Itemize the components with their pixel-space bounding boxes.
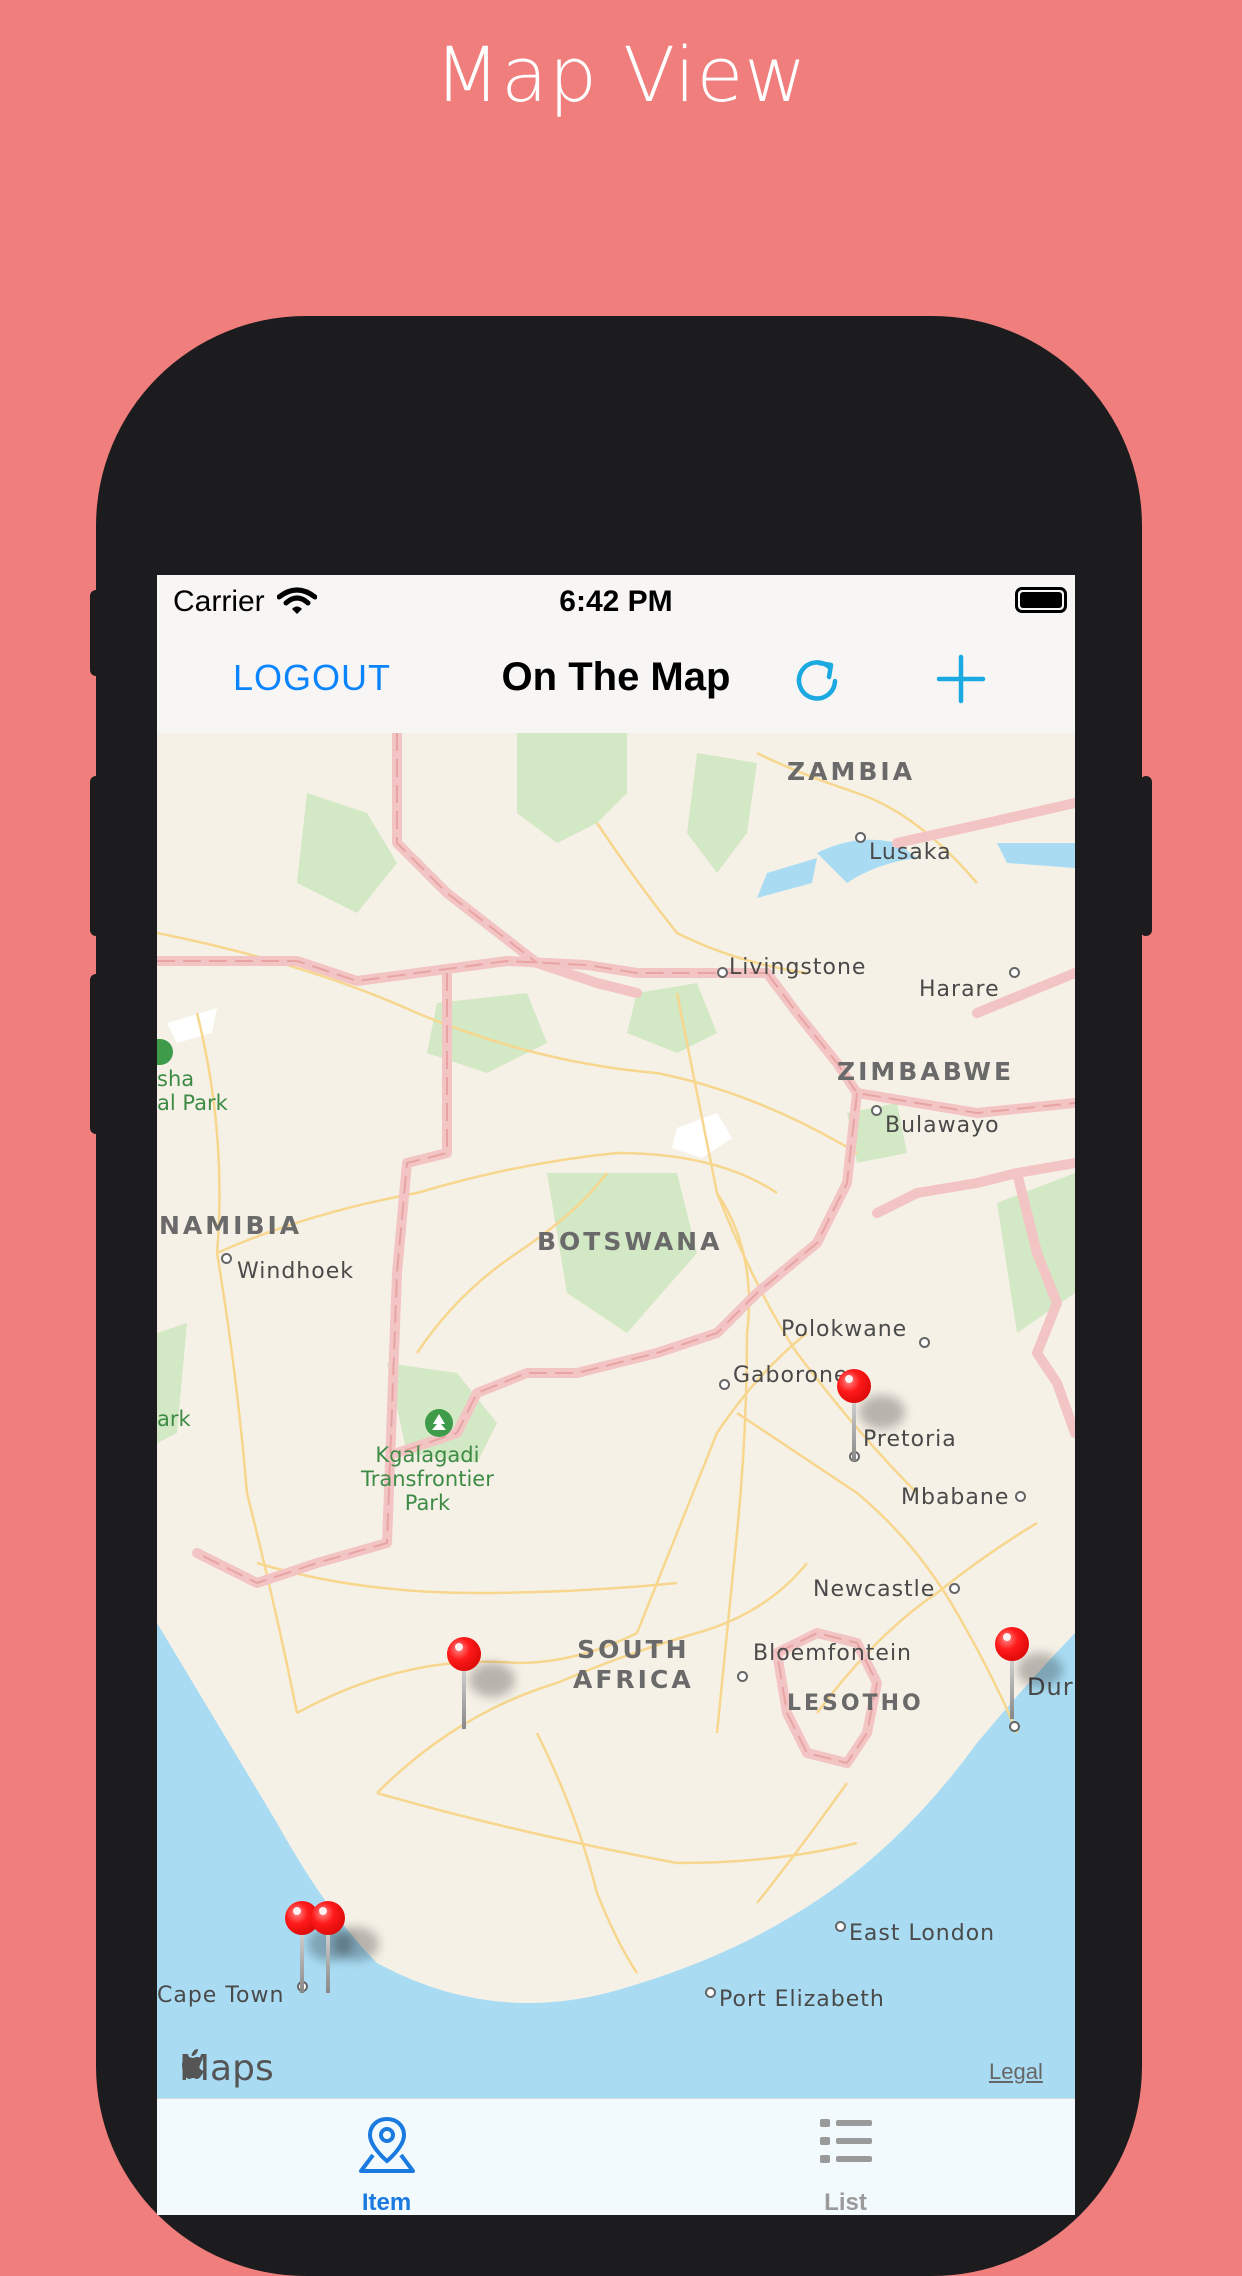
city-dot-polokwane: [919, 1337, 930, 1348]
city-label-port-elizabeth: Port Elizabeth: [719, 1987, 885, 2012]
plus-icon: [936, 654, 986, 704]
refresh-button[interactable]: [789, 651, 845, 707]
list-icon: [820, 2119, 872, 2163]
refresh-icon: [796, 660, 838, 701]
map-view[interactable]: ZAMBIA ZIMBABWE NAMIBIA BOTSWANA SOUTH A…: [157, 733, 1075, 2098]
city-dot-harare: [1009, 967, 1020, 978]
city-dot-mbabane: [1015, 1491, 1026, 1502]
status-bar: Carrier 6:42 PM: [157, 575, 1075, 625]
promo-title: Map View: [434, 30, 808, 119]
maps-attribution: Maps: [179, 2048, 274, 2089]
battery-icon: [1015, 587, 1067, 613]
city-dot-newcastle: [949, 1583, 960, 1594]
city-dot-livingstone: [717, 967, 728, 978]
city-dot-bulawayo: [871, 1105, 882, 1116]
city-dot-durban: [1009, 1721, 1020, 1732]
tree-icon: [425, 1409, 453, 1437]
park-label-etosha: sha al Park: [157, 1067, 228, 1115]
country-label-botswana: BOTSWANA: [537, 1227, 723, 1256]
location-pin[interactable]: [311, 1901, 379, 1995]
add-location-button[interactable]: [931, 649, 991, 709]
phone-side-button: [90, 590, 102, 676]
city-dot-east-london: [835, 1921, 846, 1932]
phone-volume-up-button: [90, 776, 102, 936]
city-label-lusaka: Lusaka: [869, 840, 952, 865]
city-label-bulawayo: Bulawayo: [885, 1113, 1000, 1138]
country-label-namibia: NAMIBIA: [159, 1211, 303, 1240]
location-pin[interactable]: [447, 1637, 515, 1731]
city-dot-gaborone: [719, 1379, 730, 1390]
city-label-cape-town: Cape Town: [157, 1983, 285, 2008]
tab-list-label: List: [824, 2189, 867, 2215]
city-label-harare: Harare: [919, 977, 1000, 1002]
tab-item-label: Item: [361, 2189, 412, 2215]
tab-item[interactable]: Item: [157, 2099, 616, 2215]
city-label-livingstone: Livingstone: [729, 955, 867, 980]
status-time: 6:42 PM: [559, 585, 673, 618]
city-dot-windhoek: [221, 1253, 232, 1264]
app-screen: Carrier 6:42 PM LOGOUT On The Map ZAMBIA…: [157, 575, 1075, 2215]
city-label-polokwane: Polokwane: [781, 1317, 908, 1342]
city-label-gaborone: Gaborone: [733, 1363, 849, 1388]
city-label-east-london: East London: [849, 1921, 996, 1946]
location-pin[interactable]: [995, 1627, 1063, 1721]
country-label-south-africa: SOUTH AFRICA: [573, 1635, 694, 1694]
city-label-pretoria: Pretoria: [863, 1427, 957, 1452]
logout-button[interactable]: LOGOUT: [233, 657, 391, 699]
city-dot-bloemfontein: [737, 1671, 748, 1682]
city-label-bloemfontein: Bloemfontein: [753, 1641, 912, 1666]
city-label-windhoek: Windhoek: [237, 1259, 354, 1284]
country-label-lesotho: LESOTHO: [787, 1691, 924, 1716]
legal-link[interactable]: Legal: [989, 2059, 1043, 2085]
city-label-newcastle: Newcastle: [813, 1577, 936, 1602]
city-dot-lusaka: [855, 832, 866, 843]
city-label-mbabane: Mbabane: [901, 1485, 1010, 1510]
location-pin[interactable]: [837, 1369, 905, 1463]
apple-logo-icon: [182, 2049, 204, 2079]
map-base-layer: [157, 733, 1075, 2098]
tab-bar: Item List: [157, 2098, 1075, 2215]
tab-list[interactable]: List: [616, 2099, 1075, 2215]
navigation-bar: LOGOUT On The Map: [157, 625, 1075, 734]
park-label-kgalagadi: Kgalagadi Transfrontier Park: [361, 1443, 494, 1515]
map-pin-icon: [359, 2116, 415, 2173]
phone-power-button: [1140, 776, 1152, 936]
country-label-zimbabwe: ZIMBABWE: [837, 1057, 1015, 1086]
phone-volume-down-button: [90, 974, 102, 1134]
country-label-zambia: ZAMBIA: [787, 757, 916, 786]
city-dot-port-elizabeth: [705, 1987, 716, 1998]
park-label-partial: ark: [157, 1407, 191, 1431]
